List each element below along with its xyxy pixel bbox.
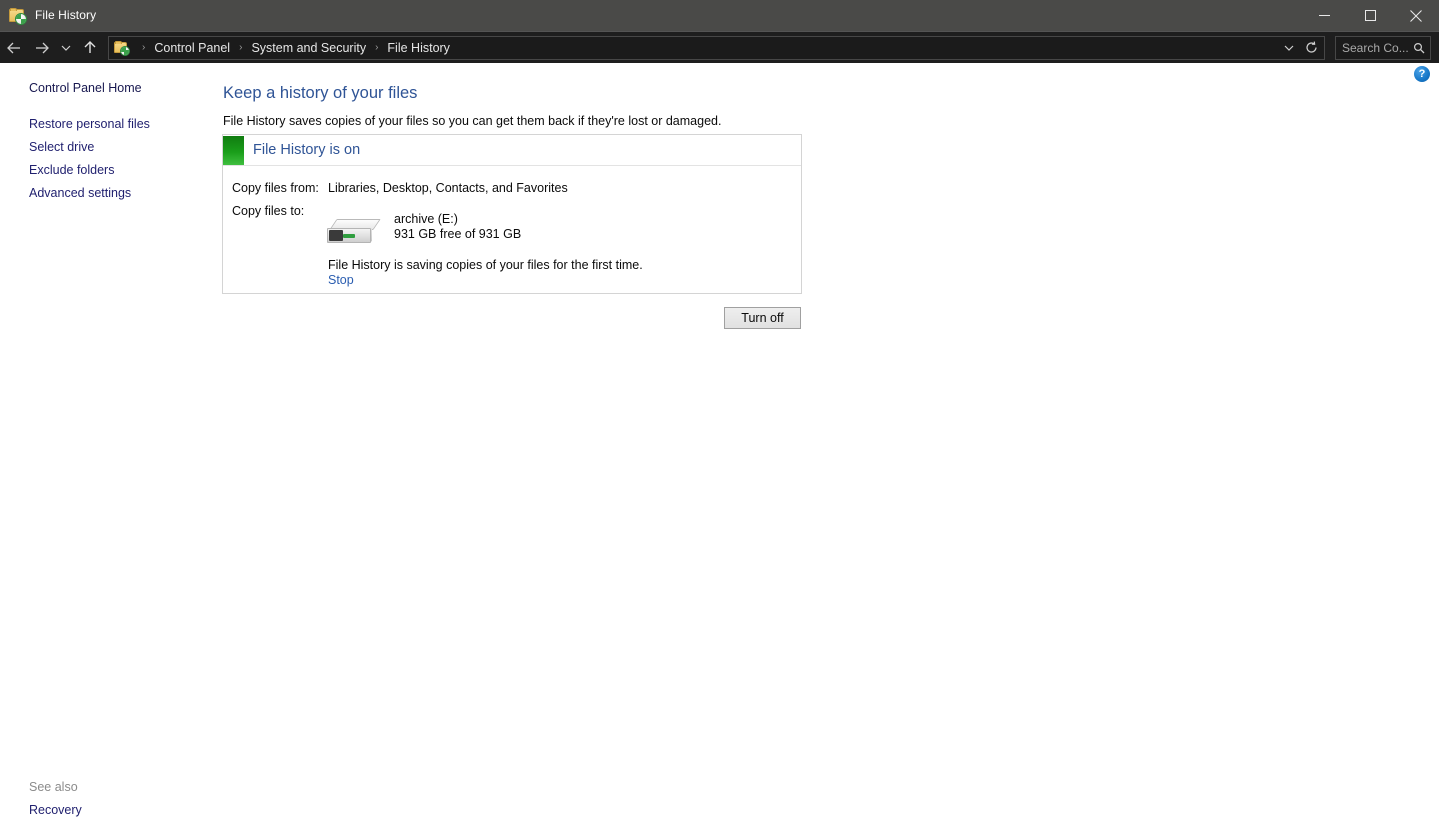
content-area: Control Panel Home Restore personal file… [0,63,1439,817]
sidebar-item-advanced-settings[interactable]: Advanced settings [29,185,131,201]
breadcrumb-item-file-history[interactable]: File History [385,41,452,55]
page-title: Keep a history of your files [223,84,418,102]
copy-files-from-value: Libraries, Desktop, Contacts, and Favori… [328,181,568,195]
sidebar-item-exclude-folders[interactable]: Exclude folders [29,162,114,178]
maximize-button[interactable] [1347,0,1393,31]
help-icon[interactable]: ? [1414,66,1430,82]
sidebar-item-control-panel-home[interactable]: Control Panel Home [29,80,142,96]
refresh-icon[interactable] [1300,37,1322,59]
turn-off-button[interactable]: Turn off [724,307,801,329]
stop-link[interactable]: Stop [328,273,354,287]
back-button[interactable] [0,35,28,61]
status-badge [223,135,244,165]
drive-free-space: 931 GB free of 931 GB [394,227,522,241]
window-controls [1301,0,1439,31]
external-drive-icon [327,215,383,251]
breadcrumb-separator: › [142,41,146,53]
progress-status-text: File History is saving copies of your fi… [328,258,643,272]
search-icon [1413,42,1430,54]
copy-files-to-label: Copy files to: [232,204,305,218]
window-titlebar: File History [0,0,1439,31]
search-placeholder: Search Co... [1342,40,1409,55]
previous-locations-chevron-down-icon[interactable] [1278,37,1300,59]
breadcrumb-item-control-panel[interactable]: Control Panel [152,41,232,55]
up-button[interactable] [76,35,104,61]
sidebar-item-select-drive[interactable]: Select drive [29,139,94,155]
drive-name: archive (E:) [394,212,458,226]
see-also-item-recovery[interactable]: Recovery [29,802,82,818]
breadcrumb-separator: › [375,41,379,53]
breadcrumb-file-history-icon [114,40,130,56]
sidebar-item-restore-personal-files[interactable]: Restore personal files [29,116,150,132]
address-bar: › Control Panel › System and Security › … [0,31,1439,63]
main-panel: ? Keep a history of your files File Hist… [222,63,1439,809]
file-history-icon [9,7,27,25]
status-headline: File History is on [253,142,361,158]
page-subtitle: File History saves copies of your files … [223,114,722,128]
breadcrumb[interactable]: › Control Panel › System and Security › … [108,35,1325,60]
breadcrumb-item-system-and-security[interactable]: System and Security [249,41,368,55]
sidebar: Control Panel Home Restore personal file… [0,63,222,817]
window-title: File History [35,8,97,22]
close-button[interactable] [1393,0,1439,31]
copy-files-from-label: Copy files from: [232,181,319,195]
status-panel-header: File History is on [223,135,801,166]
minimize-button[interactable] [1301,0,1347,31]
see-also-heading: See also [29,780,78,794]
status-panel: File History is on Copy files from: Libr… [222,134,802,294]
forward-button[interactable] [28,35,56,61]
breadcrumb-separator: › [239,41,243,53]
recent-locations-chevron-down-icon[interactable] [56,35,76,61]
search-input[interactable]: Search Co... [1335,35,1431,60]
